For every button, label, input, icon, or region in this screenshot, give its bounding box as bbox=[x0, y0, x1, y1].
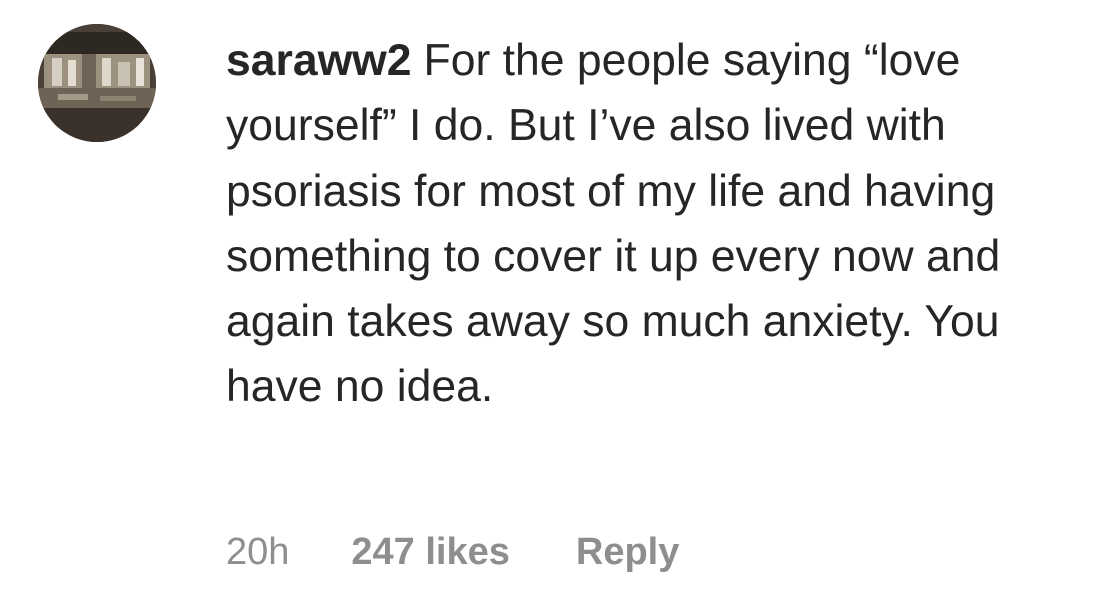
comment: saraww2 For the people saying “love yours… bbox=[0, 0, 1110, 600]
username-link[interactable]: saraww2 bbox=[226, 36, 412, 85]
comment-meta: 20h 247 likes Reply bbox=[226, 528, 679, 576]
comment-text: saraww2 For the people saying “love yours… bbox=[226, 28, 1086, 420]
comment-body: saraww2 For the people saying “love yours… bbox=[226, 28, 1086, 420]
likes-count[interactable]: 247 likes bbox=[351, 528, 509, 576]
comment-message: For the people saying “love yourself” I … bbox=[226, 36, 1001, 412]
reply-button[interactable]: Reply bbox=[576, 528, 679, 576]
avatar[interactable] bbox=[38, 24, 156, 142]
comment-timestamp[interactable]: 20h bbox=[226, 528, 289, 576]
profile-photo-icon bbox=[38, 24, 156, 142]
